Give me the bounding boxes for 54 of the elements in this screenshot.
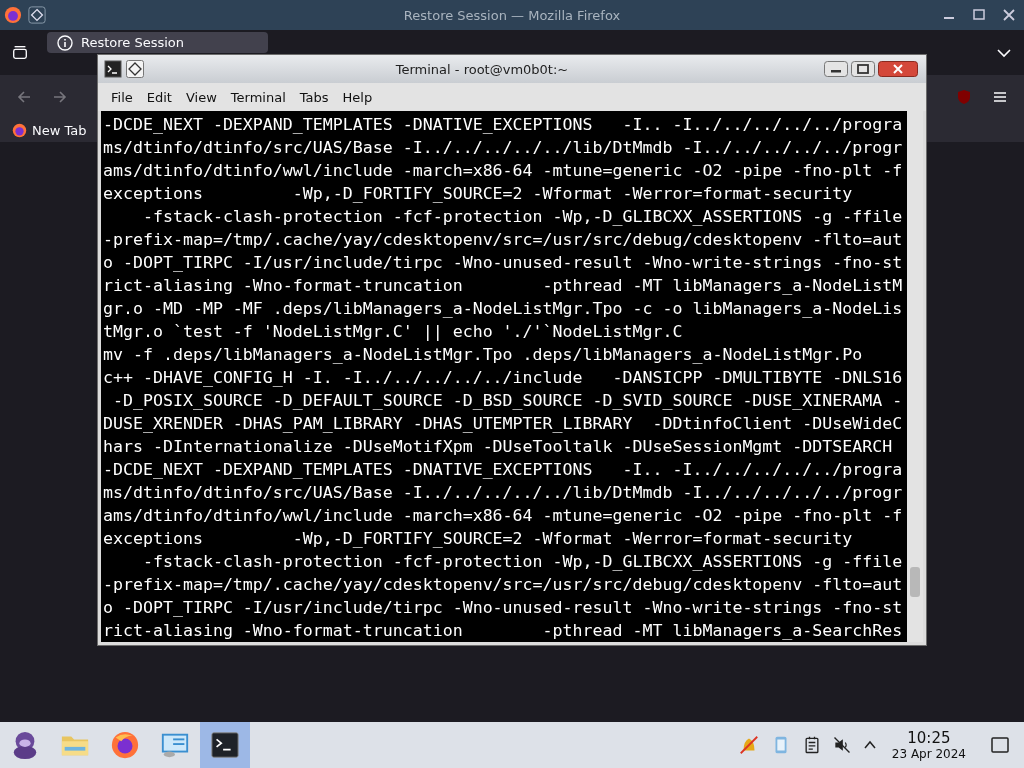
tab-list-icon[interactable]: [11, 44, 29, 62]
terminal-line: ams/dtinfo/dtinfo/wwl/include -march=x86-64 -mtune=generic -O2 -pipe -fno-plt -f: [103, 505, 904, 527]
back-icon[interactable]: [16, 88, 32, 105]
firefox-icon: [12, 122, 27, 138]
terminal-icon: [210, 730, 240, 760]
terminal-line: tMgr.o `test -f 'NodeListMgr.C' || echo './'`NodeListMgr.C: [103, 321, 684, 343]
terminal-line: -fstack-clash-protection -fcf-protection -Wp,-D_GLIBCXX_ASSERTIONS -g -ffile: [141, 551, 904, 573]
terminal-line: -prefix-map=/tmp/.cache/yay/cdesktopenv/src=/usr/src/debug/cdesktopenv -flto=aut: [103, 574, 904, 596]
forward-icon[interactable]: [52, 88, 68, 105]
speaker-muted-icon[interactable]: [831, 735, 852, 755]
minimize-icon[interactable]: [824, 61, 848, 77]
terminal-line: ms/dtinfo/dtinfo/src/UAS/Base -I../../../../../lib/DtMmdb -I../../../../../progr: [103, 137, 904, 159]
firefox-icon[interactable]: [4, 6, 22, 24]
muted-bell-icon[interactable]: [737, 734, 760, 756]
maximize-icon[interactable]: [851, 61, 875, 77]
terminal-line: DUSE_XRENDER -DHAS_PAM_LIBRARY -DHAS_UTEMPTER_LIBRARY -DDtinfoClient -DUseWideC: [103, 413, 904, 435]
menu-item[interactable]: Edit: [139, 87, 179, 107]
terminal-icon[interactable]: [104, 60, 122, 78]
terminal-line: gr.o -MD -MP -MF .deps/libManagers_a-NodeListMgr.Tpo -c -o libManagers_a-NodeLis: [103, 298, 904, 320]
terminal-line: -prefix-map=/tmp/.cache/yay/cdesktopenv/src=/usr/src/debug/cdesktopenv -flto=aut: [103, 229, 904, 251]
menu-item[interactable]: View: [178, 87, 224, 107]
terminal-line: exceptions -Wp,-D_FORTIFY_SOURCE=2 -Wformat -Werror=format-security: [103, 183, 854, 205]
window-title: Restore Session — Mozilla Firefox: [402, 7, 622, 23]
terminal-line: c++ -DHAVE_CONFIG_H -I. -I../../../../../include -DANSICPP -DMULTIBYTE -DNLS16: [103, 367, 904, 389]
terminal-line: -DCDE_NEXT -DEXPAND_TEMPLATES -DNATIVE_EXCEPTIONS -I.. -I../../../../../progra: [103, 459, 904, 481]
diamond-icon[interactable]: [28, 6, 46, 24]
terminal-line: ams/dtinfo/dtinfo/wwl/include -march=x86-64 -mtune=generic -O2 -pipe -fno-plt -f: [103, 160, 904, 182]
terminal-line: o -DOPT_TIRPC -I/usr/include/tirpc -Wno-unused-result -Wno-write-strings -fno-st: [103, 252, 904, 274]
terminal-line: -D_POSIX_SOURCE -D_DEFAULT_SOURCE -D_BSD_SOURCE -D_SVID_SOURCE -DUSE_XINERAMA -: [112, 390, 904, 412]
terminal-line: ms/dtinfo/dtinfo/src/UAS/Base -I../../../../../lib/DtMmdb -I../../../../../progr: [103, 482, 904, 504]
scrollbar-thumb[interactable]: [910, 567, 920, 597]
menu-item[interactable]: Terminal: [223, 87, 293, 107]
bookmark-item[interactable]: New Tab: [12, 122, 87, 138]
menu-item[interactable]: File: [104, 87, 140, 107]
scrollbar[interactable]: [907, 111, 923, 642]
window-title: Terminal - root@vm0b0t:~: [394, 61, 570, 77]
close-icon[interactable]: [878, 61, 918, 77]
terminal-line: hars -DInternationalize -DUseMotifXpm -DUseTooltalk -DUseSessionMgmt -DDTSEARCH: [103, 436, 894, 458]
terminal-line: o -DOPT_TIRPC -I/usr/include/tirpc -Wno-unused-result -Wno-write-strings -fno-st: [103, 597, 904, 619]
taskbar-app[interactable]: [200, 722, 250, 768]
terminal-line: mv -f .deps/libManagers_a-NodeListMgr.Tpo .deps/libManagers_a-NodeListMgr.Po: [103, 344, 864, 366]
show-desktop-icon[interactable]: [990, 735, 1010, 755]
terminal-line: rict-aliasing -Wno-format-truncation -pthread -MT libManagers_a-SearchRes: [103, 620, 904, 642]
terminal-line: -DCDE_NEXT -DEXPAND_TEMPLATES -DNATIVE_EXCEPTIONS -I.. -I../../../../../progra: [103, 114, 904, 136]
clock[interactable]: 10:25 23 Apr 2024: [891, 729, 966, 761]
terminal-line: rict-aliasing -Wno-format-truncation -pthread -MT libManagers_a-NodeListM: [103, 275, 904, 297]
terminal-line: -fstack-clash-protection -fcf-protection -Wp,-D_GLIBCXX_ASSERTIONS -g -ffile: [141, 206, 904, 228]
terminal-line: exceptions -Wp,-D_FORTIFY_SOURCE=2 -Wformat -Werror=format-security: [103, 528, 854, 550]
firefox-icon: [110, 730, 140, 760]
menu-item[interactable]: Tabs: [292, 87, 336, 107]
menu-item[interactable]: Help: [335, 87, 380, 107]
diamond-icon[interactable]: [126, 60, 144, 78]
browser-tab[interactable]: Restore Session: [47, 32, 268, 53]
info-icon: [57, 34, 73, 51]
